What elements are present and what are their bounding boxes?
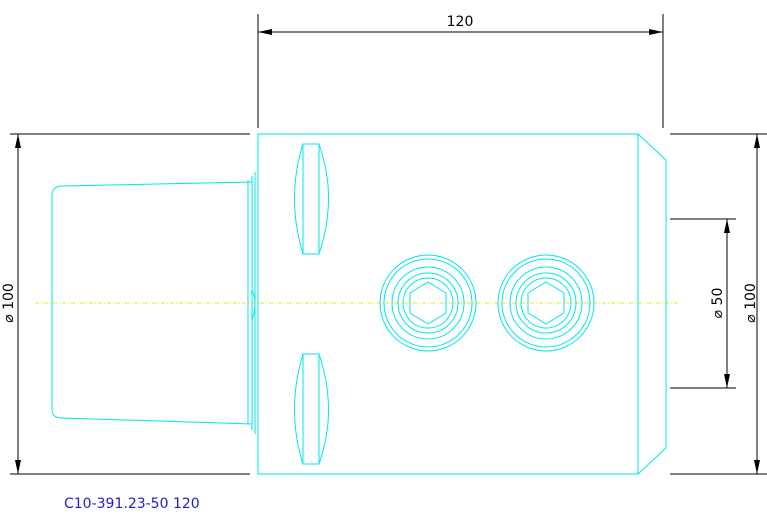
dimension-length: 120 — [257, 14, 664, 128]
top-slot — [294, 143, 329, 255]
dimension-left-diameter-label: ⌀ 100 — [1, 283, 17, 323]
dimension-bore-diameter-label: ⌀ 50 — [710, 288, 726, 319]
technical-drawing: 120 ⌀ 100 ⌀ 100 ⌀ 50 C10-391.23-50 120 — [1, 14, 767, 512]
dimension-length-label: 120 — [447, 14, 474, 30]
bottom-slot — [294, 353, 329, 465]
drawing-canvas: 120 ⌀ 100 ⌀ 100 ⌀ 50 C10-391.23-50 120 — [0, 0, 767, 523]
part-code: C10-391.23-50 120 — [64, 496, 200, 512]
dimension-right-diameter-label: ⌀ 100 — [743, 283, 759, 323]
dimension-bore-diameter: ⌀ 50 — [670, 218, 736, 389]
